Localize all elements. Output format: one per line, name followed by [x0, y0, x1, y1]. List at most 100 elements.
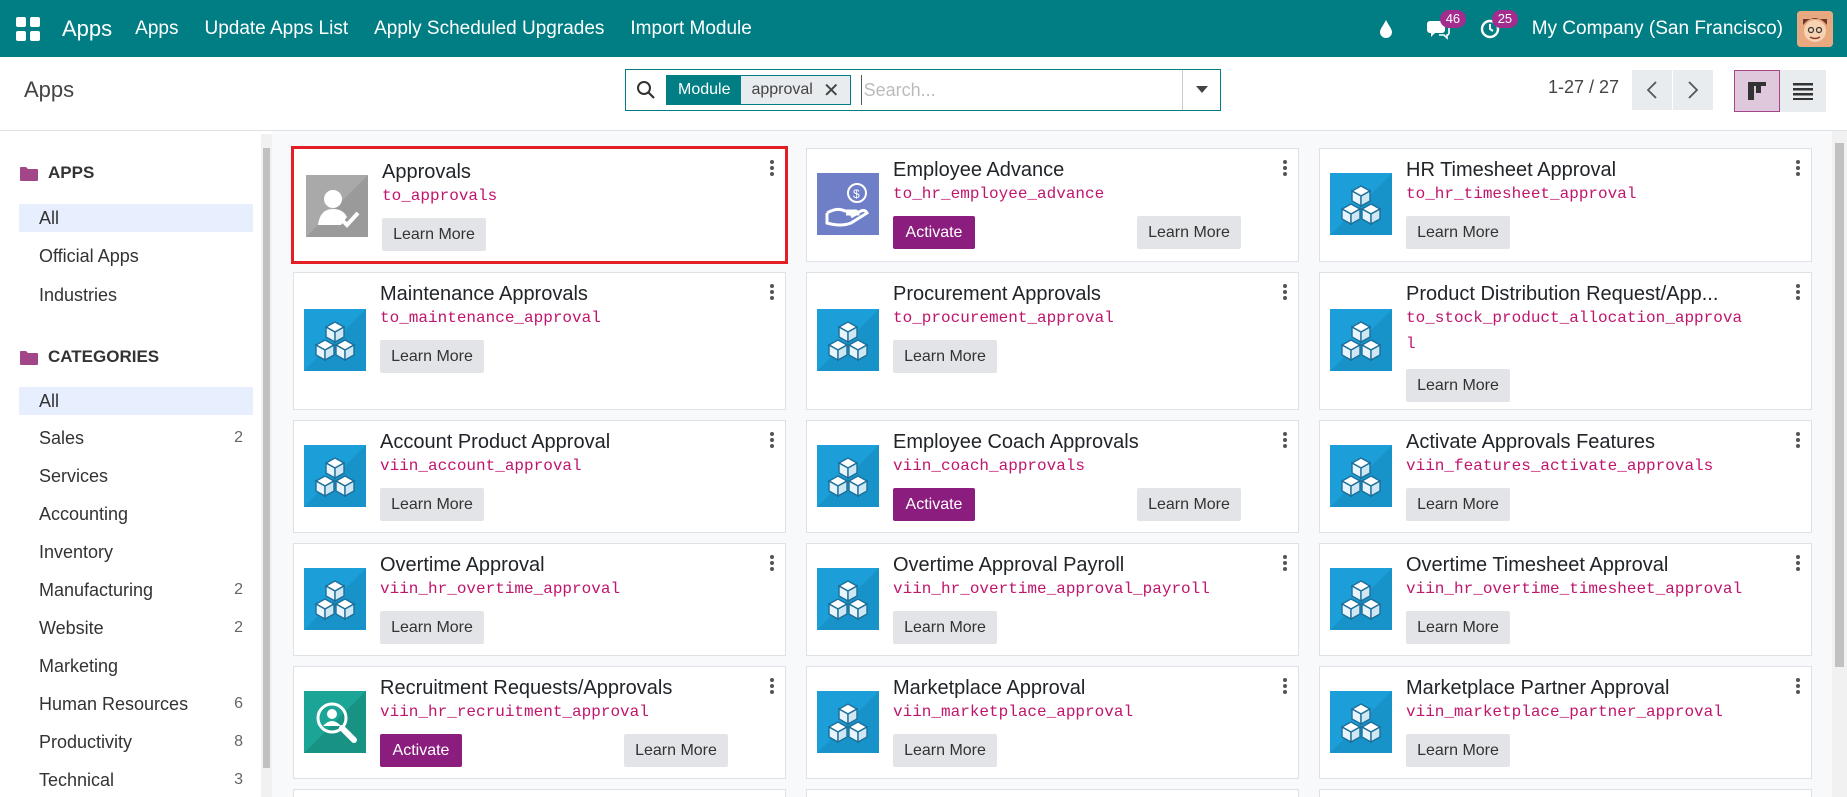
app-card[interactable]: Procurement Approvals to_procurement_appr… [806, 272, 1299, 410]
menu-import-module[interactable]: Import Module [630, 18, 751, 40]
navbar-brand[interactable]: Apps [62, 16, 112, 42]
learn-more-button[interactable]: Learn More [1406, 488, 1510, 521]
card-dropdown-kebab-icon[interactable] [1795, 283, 1801, 301]
sidebar-scrollbar[interactable] [261, 134, 272, 797]
card-dropdown-kebab-icon[interactable] [1795, 677, 1801, 695]
category-filter-manufacturing[interactable]: Manufacturing 2 [19, 576, 253, 604]
app-card[interactable]: Overtime Approval Payroll viin_hr_overtim… [806, 543, 1299, 656]
search-input[interactable] [860, 75, 1161, 105]
app-card[interactable] [293, 789, 786, 797]
learn-more-button[interactable]: Learn More [1137, 488, 1241, 521]
search-facet: Module approval ✕ [666, 75, 851, 105]
learn-more-button[interactable]: Learn More [893, 734, 997, 767]
card-dropdown-kebab-icon[interactable] [769, 431, 775, 449]
category-filter-sales[interactable]: Sales 2 [19, 424, 253, 452]
navbar-systray: 46 25 My Company (San Francisco) [1360, 0, 1847, 57]
chat-icon[interactable]: 46 [1424, 9, 1467, 43]
company-switcher[interactable]: My Company (San Francisco) [1532, 18, 1783, 40]
app-card[interactable] [806, 789, 1299, 797]
app-card[interactable]: Maintenance Approvals to_maintenance_appr… [293, 272, 786, 410]
learn-more-button[interactable]: Learn More [893, 611, 997, 644]
app-card[interactable]: Marketplace Partner Approval viin_marketp… [1319, 666, 1812, 779]
user-avatar[interactable] [1797, 10, 1833, 47]
app-card-technical-name: viin_hr_recruitment_approval [380, 703, 649, 721]
pager-next-chevron-right-icon[interactable] [1673, 70, 1713, 110]
learn-more-button[interactable]: Learn More [1406, 734, 1510, 767]
category-count: 2 [234, 619, 243, 636]
app-card[interactable]: Recruitment Requests/Approvals viin_hr_re… [293, 666, 786, 779]
app-card-name: Overtime Approval Payroll [893, 554, 1125, 576]
app-card[interactable] [1319, 789, 1812, 797]
pager-value[interactable]: 1-27 / 27 [1548, 77, 1619, 98]
category-filter-productivity[interactable]: Productivity 8 [19, 728, 253, 756]
apps-filter-official[interactable]: Official Apps [19, 242, 253, 270]
app-card[interactable]: Overtime Timesheet Approval viin_hr_overt… [1319, 543, 1812, 656]
category-filter-all[interactable]: All [19, 387, 253, 415]
category-filter-human-resources[interactable]: Human Resources 6 [19, 690, 253, 718]
card-dropdown-kebab-icon[interactable] [1795, 431, 1801, 449]
category-filter-website[interactable]: Website 2 [19, 614, 253, 642]
learn-more-button[interactable]: Learn More [382, 218, 486, 251]
card-dropdown-kebab-icon[interactable] [769, 159, 775, 177]
card-dropdown-kebab-icon[interactable] [1282, 283, 1288, 301]
sidebar-scrollbar-thumb[interactable] [263, 148, 270, 768]
card-dropdown-kebab-icon[interactable] [1795, 554, 1801, 572]
card-dropdown-kebab-icon[interactable] [1282, 677, 1288, 695]
category-filter-inventory[interactable]: Inventory [19, 538, 253, 566]
learn-more-button[interactable]: Learn More [380, 611, 484, 644]
card-dropdown-kebab-icon[interactable] [1795, 159, 1801, 177]
app-card[interactable]: Approvals to_approvals Learn More [291, 146, 788, 264]
card-dropdown-kebab-icon[interactable] [769, 283, 775, 301]
main-scrollbar-thumb[interactable] [1835, 143, 1844, 667]
category-filter-marketing[interactable]: Marketing [19, 652, 253, 680]
activate-button[interactable]: Activate [380, 734, 462, 767]
apps-filter-industries[interactable]: Industries [19, 281, 253, 309]
card-dropdown-kebab-icon[interactable] [1282, 431, 1288, 449]
learn-more-button[interactable]: Learn More [1137, 216, 1241, 249]
card-dropdown-kebab-icon[interactable] [1282, 554, 1288, 572]
menu-update-apps-list[interactable]: Update Apps List [204, 18, 348, 40]
apps-filter-all[interactable]: All [19, 204, 253, 232]
pager-previous-chevron-left-icon[interactable] [1632, 70, 1672, 110]
kanban-area: Approvals to_approvals Learn More $ Employee… [272, 131, 1832, 797]
category-filter-technical[interactable]: Technical 3 [19, 766, 253, 794]
menu-apply-scheduled-upgrades[interactable]: Apply Scheduled Upgrades [374, 18, 604, 40]
learn-more-button[interactable]: Learn More [1406, 369, 1510, 402]
main-scrollbar[interactable] [1832, 131, 1847, 797]
card-dropdown-kebab-icon[interactable] [769, 677, 775, 695]
menu-apps[interactable]: Apps [135, 18, 178, 40]
category-filter-accounting[interactable]: Accounting [19, 500, 253, 528]
activate-button[interactable]: Activate [893, 488, 975, 521]
breadcrumb: Apps [24, 77, 75, 102]
kanban-view-icon[interactable] [1734, 70, 1780, 112]
app-card-technical-name: to_maintenance_approval [380, 309, 601, 327]
app-card[interactable]: Employee Coach Approvals viin_coach_appro… [806, 420, 1299, 533]
app-card[interactable]: $ Employee Advance to_hr_employee_advance A… [806, 148, 1299, 262]
search-icon[interactable] [626, 70, 666, 110]
learn-more-button[interactable]: Learn More [380, 340, 484, 373]
learn-more-button[interactable]: Learn More [624, 734, 728, 767]
apps-filter-label: All [39, 207, 60, 228]
learn-more-button[interactable]: Learn More [380, 488, 484, 521]
category-filter-services[interactable]: Services [19, 462, 253, 490]
facet-close-icon[interactable]: ✕ [823, 78, 840, 103]
learn-more-button[interactable]: Learn More [1406, 611, 1510, 644]
list-view-icon[interactable] [1780, 70, 1826, 112]
learn-more-button[interactable]: Learn More [1406, 216, 1510, 249]
learn-more-button[interactable]: Learn More [893, 340, 997, 373]
app-card[interactable]: Overtime Approval viin_hr_overtime_approv… [293, 543, 786, 656]
water-drop-icon[interactable] [1372, 15, 1400, 43]
app-menu-grid-icon[interactable] [16, 16, 40, 41]
app-card[interactable]: Account Product Approval viin_account_app… [293, 420, 786, 533]
search-options-chevron-down-icon[interactable] [1182, 70, 1220, 110]
app-card[interactable]: Marketplace Approval viin_marketplace_app… [806, 666, 1299, 779]
activate-button[interactable]: Activate [893, 216, 975, 249]
app-card[interactable]: HR Timesheet Approval to_hr_timesheet_app… [1319, 148, 1812, 262]
app-card[interactable]: Product Distribution Request/App... to_st… [1319, 272, 1812, 410]
app-card[interactable]: Activate Approvals Features viin_features… [1319, 420, 1812, 533]
card-dropdown-kebab-icon[interactable] [769, 554, 775, 572]
activity-clock-icon[interactable]: 25 [1476, 9, 1519, 43]
card-dropdown-kebab-icon[interactable] [1282, 159, 1288, 177]
svg-text:$: $ [853, 187, 860, 201]
app-card-technical-name: to_hr_employee_advance [893, 185, 1105, 203]
